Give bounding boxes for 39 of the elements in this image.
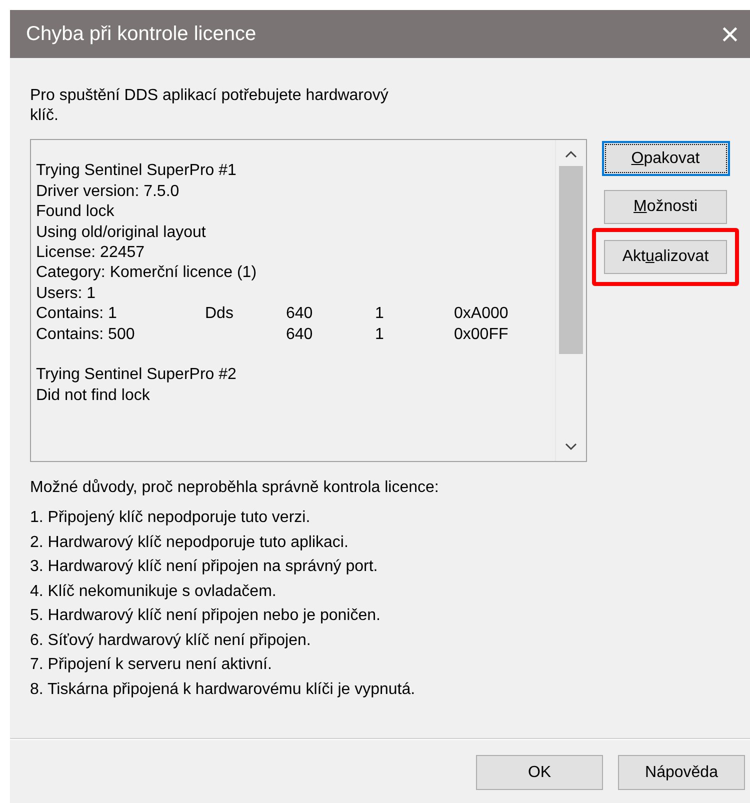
log-line: Category: Komerční licence (1) (36, 264, 257, 282)
reason-item: 5. Hardwarový klíč není připojen nebo je poničen. (30, 606, 382, 626)
action-button[interactable]: Aktualizovat (604, 240, 727, 274)
log-line: Found lock (36, 203, 114, 220)
log-cell-text: 640 (286, 304, 313, 324)
reason-item: 6. Síťový hardwarový klíč není připojen. (30, 630, 312, 650)
dialog-button[interactable]: Nápověda (618, 755, 745, 790)
reason-item: 8. Tiskárna připojená k hardwarovému klíči je vypnutá. (30, 680, 416, 699)
log-line: Did not find lock (36, 386, 150, 404)
log-cell-text: 1 (375, 304, 384, 324)
reasons-heading: Možné důvody, proč neproběhla správně kontrola licence: (29, 478, 440, 498)
scrollbar[interactable] (555, 140, 586, 461)
message-text: Pro spuštění DDS aplikací potřebujete hardwarový klíč. (30, 86, 390, 126)
action-button[interactable]: Možnosti (604, 190, 727, 224)
window-title: Chyba při kontrole licence (26, 22, 256, 47)
reason-item: 2. Hardwarový klíč nepodporuje tuto aplikaci. (30, 532, 350, 552)
log-line: Using old/original layout (36, 224, 206, 241)
close-button[interactable]: × (710, 14, 750, 54)
log-line: Users: 1 (36, 284, 96, 302)
log-cell: 0x00FF (454, 324, 508, 345)
dialog-button[interactable]: OK (476, 755, 603, 790)
scroll-down-icon[interactable] (565, 443, 577, 451)
reason-item: 1. Připojený klíč nepodporuje tuto verzi. (30, 508, 312, 528)
log-line: Trying Sentinel SuperPro #1 (36, 162, 236, 180)
log-cell: 640 (286, 324, 313, 345)
log-line: Trying Sentinel SuperPro #2 (36, 366, 236, 384)
reason-item: 3. Hardwarový klíč není připojen na správný port. (30, 557, 379, 576)
log-cell: 1 (375, 324, 384, 345)
log-line: Driver version: 7.5.0 (36, 182, 180, 200)
log-cell: Contains: 500 (36, 324, 135, 345)
action-button[interactable]: Opakovat (602, 141, 730, 176)
log-line: License: 22457 (36, 244, 145, 261)
scroll-up-icon[interactable] (565, 150, 577, 158)
log-cell-text: Dds (205, 304, 234, 324)
log-cell-text: 0xA000 (454, 304, 508, 324)
reason-item: 7. Připojení k serveru není aktivní. (30, 655, 273, 674)
scroll-thumb[interactable] (559, 166, 583, 354)
log-cell-text: Contains: 1 (36, 304, 117, 324)
reason-item: 4. Klíč nekomunikuje s ovladačem. (30, 582, 278, 601)
